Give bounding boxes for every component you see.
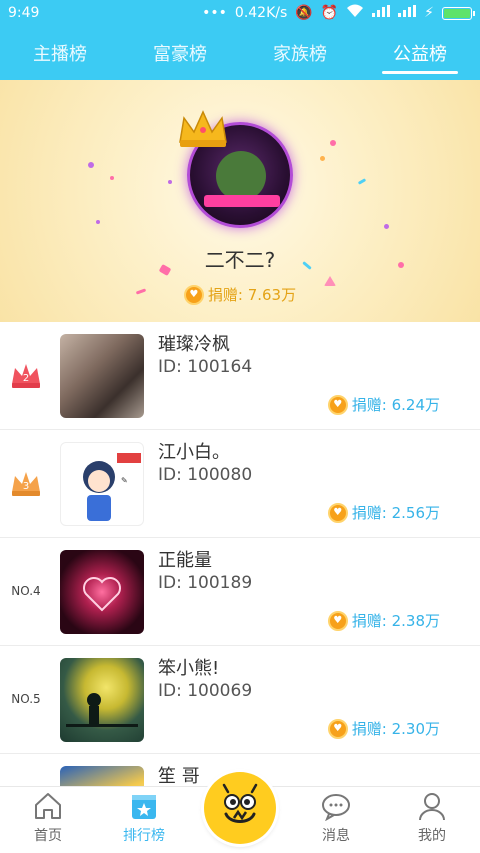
ranking-icon — [132, 795, 156, 819]
rank-badge-silver-crown-icon: 2 — [8, 358, 44, 394]
donor-id: ID: 100164 — [158, 357, 253, 377]
avatar[interactable] — [60, 334, 144, 418]
battery-icon — [442, 6, 475, 20]
charging-icon: ⚡ — [424, 5, 434, 21]
signal-icon-2 — [398, 5, 417, 21]
status-bar: 9:49 ••• 0.42K/s 🔕 ⏰ ⚡ — [0, 0, 480, 26]
message-icon — [322, 794, 350, 821]
svg-text:3: 3 — [23, 481, 29, 492]
confetti-decoration — [96, 220, 100, 224]
bee-mascot-icon — [222, 783, 258, 823]
more-dots-icon: ••• — [202, 5, 227, 21]
list-item[interactable]: NO.5 笨小熊! ID: 100069 ♥ 捐赠: 2.30万 — [0, 646, 480, 754]
avatar[interactable] — [60, 658, 144, 742]
rank-label: NO.4 — [11, 584, 41, 598]
alarm-icon: ⏰ — [320, 5, 339, 21]
tab-anchor[interactable]: 主播榜 — [0, 26, 120, 80]
nav-messages[interactable]: 消息 — [288, 787, 384, 853]
top-donor-hero: 二不二? ♥ 捐赠: 7.63万 — [0, 80, 480, 322]
top-donor-name: 二不二? — [204, 248, 276, 272]
list-item[interactable]: 3 ✎ 江小白。 ID: 100080 ♥ 捐赠: 2.56万 — [0, 430, 480, 538]
donor-donation: ♥ 捐赠: 6.24万 — [327, 394, 440, 415]
donor-name: 笙 哥 — [158, 766, 200, 786]
confetti-decoration — [384, 224, 389, 229]
confetti-decoration — [330, 140, 336, 146]
confetti-decoration — [168, 180, 172, 184]
donor-id: ID: 100080 — [158, 465, 253, 485]
donation-coin-icon: ♥ — [327, 718, 348, 739]
donor-name: 璀璨冷枫 — [158, 334, 230, 355]
center-bee-button[interactable] — [204, 772, 276, 844]
donation-coin-icon: ♥ — [327, 502, 348, 523]
list-item[interactable]: NO.4 正能量 ID: 100189 ♥ 捐赠: 2.38万 — [0, 538, 480, 646]
mute-icon: 🔕 — [295, 5, 313, 21]
confetti-decoration — [357, 178, 367, 185]
donor-id: ID: 100069 — [158, 681, 253, 701]
donor-donation: ♥ 捐赠: 2.38万 — [327, 610, 440, 631]
nav-home[interactable]: 首页 — [0, 787, 96, 853]
donation-coin-icon: ♥ — [183, 284, 204, 305]
donor-name: 江小白。 — [158, 442, 230, 463]
donor-name: 正能量 — [158, 550, 212, 571]
ranking-list: 2 璀璨冷枫 ID: 100164 ♥ 捐赠: 6.24万 3 ✎ 江小白。 I… — [0, 322, 480, 786]
list-item[interactable]: 2 璀璨冷枫 ID: 100164 ♥ 捐赠: 6.24万 — [0, 322, 480, 430]
donor-name: 笨小熊! — [158, 658, 220, 679]
confetti-decoration — [320, 156, 325, 161]
donation-coin-icon: ♥ — [327, 394, 348, 415]
profile-icon — [419, 793, 445, 821]
confetti-decoration — [88, 162, 94, 168]
donor-id: ID: 100189 — [158, 573, 253, 593]
signal-icon — [372, 5, 391, 21]
avatar[interactable] — [60, 766, 144, 786]
avatar[interactable] — [60, 550, 144, 634]
ranking-tabs: 主播榜 富豪榜 家族榜 公益榜 — [0, 26, 480, 80]
status-time: 9:49 — [8, 5, 40, 21]
home-icon — [35, 793, 61, 819]
nav-ranking[interactable]: 排行榜 — [96, 787, 192, 853]
tab-rich[interactable]: 富豪榜 — [120, 26, 240, 80]
svg-text:2: 2 — [23, 373, 29, 384]
tab-charity[interactable]: 公益榜 — [360, 26, 480, 80]
rank-label: NO.5 — [11, 692, 41, 706]
avatar[interactable]: ✎ — [60, 442, 144, 526]
header: 9:49 ••• 0.42K/s 🔕 ⏰ ⚡ 主播榜 富豪榜 家族榜 公益榜 — [0, 0, 480, 80]
top-donor-donation: ♥ 捐赠: 7.63万 — [0, 284, 480, 305]
donation-coin-icon: ♥ — [327, 610, 348, 631]
rank-badge-bronze-crown-icon: 3 — [8, 466, 44, 502]
svg-text:✎: ✎ — [121, 476, 128, 485]
wifi-icon — [346, 4, 364, 22]
tab-family[interactable]: 家族榜 — [240, 26, 360, 80]
donor-donation: ♥ 捐赠: 2.56万 — [327, 502, 440, 523]
net-speed: 0.42K/s — [234, 5, 288, 21]
nav-profile[interactable]: 我的 — [384, 787, 480, 853]
gold-crown-icon — [179, 110, 227, 147]
donor-donation: ♥ 捐赠: 2.30万 — [327, 718, 440, 739]
confetti-decoration — [110, 176, 114, 180]
